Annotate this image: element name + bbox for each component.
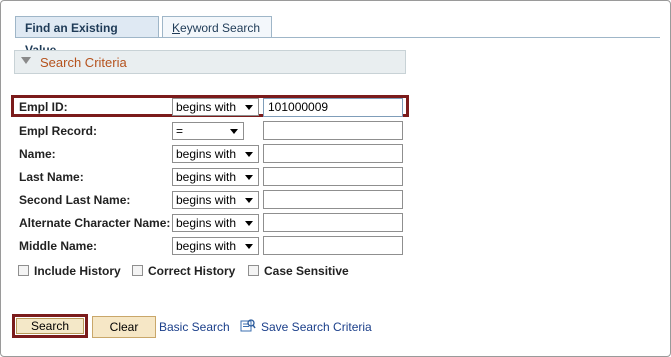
empl-id-label: Empl ID:	[19, 100, 68, 114]
alternate-character-name-input[interactable]	[263, 213, 403, 232]
empl-record-label: Empl Record:	[19, 124, 98, 138]
last-name-label: Last Name:	[19, 170, 84, 184]
save-search-criteria-link[interactable]: Save Search Criteria	[261, 320, 372, 334]
include-history-label: Include History	[34, 264, 121, 278]
collapse-triangle-icon[interactable]	[21, 57, 31, 64]
alternate-character-name-operator-select[interactable]: begins with	[172, 214, 259, 232]
clear-button[interactable]: Clear	[92, 316, 156, 338]
include-history-checkbox[interactable]	[18, 265, 29, 276]
dropdown-arrow-icon	[245, 105, 253, 110]
middle-name-input[interactable]	[263, 236, 403, 255]
alternate-character-name-label: Alternate Character Name:	[19, 216, 171, 230]
second-last-name-label: Second Last Name:	[19, 193, 131, 207]
last-name-operator-value: begins with	[176, 170, 237, 184]
name-operator-select[interactable]: begins with	[172, 145, 259, 163]
correct-history-label: Correct History	[148, 264, 236, 278]
search-criteria-label: Search Criteria	[40, 55, 127, 70]
last-name-input[interactable]	[263, 167, 403, 186]
dropdown-arrow-icon	[245, 221, 253, 226]
dropdown-arrow-icon	[245, 175, 253, 180]
tab-keyword-search-label: eyword Search	[180, 21, 261, 35]
second-last-name-input[interactable]	[263, 190, 403, 209]
basic-search-link[interactable]: Basic Search	[159, 320, 230, 334]
save-search-icon[interactable]	[240, 318, 256, 334]
empl-id-input[interactable]: 101000009	[263, 98, 403, 117]
empl-id-operator-select[interactable]: begins with	[172, 98, 259, 116]
case-sensitive-checkbox[interactable]	[248, 265, 259, 276]
dropdown-arrow-icon	[245, 244, 253, 249]
dropdown-arrow-icon	[245, 198, 253, 203]
middle-name-operator-value: begins with	[176, 239, 237, 253]
alternate-character-name-operator-value: begins with	[176, 216, 237, 230]
empl-record-operator-value: =	[176, 124, 184, 138]
second-last-name-operator-value: begins with	[176, 193, 237, 207]
empl-record-input[interactable]	[263, 121, 403, 140]
name-operator-value: begins with	[176, 147, 237, 161]
tab-keyword-search-accesskey: K	[172, 21, 181, 35]
name-input[interactable]	[263, 144, 403, 163]
empl-id-operator-value: begins with	[176, 100, 237, 114]
tab-find-existing-value[interactable]: Find an Existing Value	[15, 16, 159, 57]
dropdown-arrow-icon	[245, 152, 253, 157]
last-name-operator-select[interactable]: begins with	[172, 168, 259, 186]
tab-keyword-search[interactable]: Keyword Search	[162, 16, 272, 38]
empl-record-operator-select[interactable]: =	[172, 122, 244, 140]
case-sensitive-label: Case Sensitive	[264, 264, 349, 278]
name-label: Name:	[19, 147, 56, 161]
search-button[interactable]: Search	[16, 318, 84, 334]
tab-divider	[15, 37, 660, 38]
search-criteria-header[interactable]: Search Criteria	[14, 50, 406, 74]
middle-name-label: Middle Name:	[19, 239, 98, 253]
middle-name-operator-select[interactable]: begins with	[172, 237, 259, 255]
second-last-name-operator-select[interactable]: begins with	[172, 191, 259, 209]
correct-history-checkbox[interactable]	[132, 265, 143, 276]
dropdown-arrow-icon	[230, 129, 238, 134]
